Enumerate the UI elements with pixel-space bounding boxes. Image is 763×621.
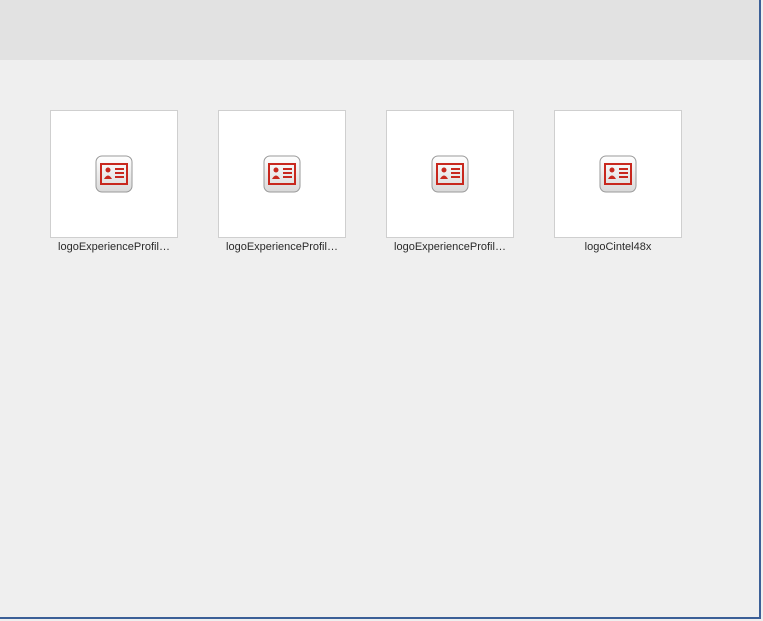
thumbnail-preview[interactable] (554, 110, 682, 238)
thumbnail-preview[interactable] (50, 110, 178, 238)
toolbar (0, 0, 759, 60)
id-card-icon (263, 155, 301, 193)
thumbnail-preview[interactable] (386, 110, 514, 238)
file-name: logoCintel48x (584, 241, 652, 253)
id-card-icon (431, 155, 469, 193)
id-card-icon (599, 155, 637, 193)
thumbnail-preview[interactable] (218, 110, 346, 238)
file-thumbnail[interactable]: logoExperienceProfil… (50, 110, 178, 254)
file-name: logoExperienceProfil… (58, 241, 170, 253)
id-card-icon (95, 155, 133, 193)
file-thumbnail-list: logoExperienceProfil… logoExperienceProf… (50, 110, 682, 254)
file-grid-area: logoExperienceProfil… logoExperienceProf… (0, 60, 759, 617)
file-name: logoExperienceProfil… (394, 241, 506, 253)
file-browser-window: logoExperienceProfil… logoExperienceProf… (0, 0, 761, 619)
file-name: logoExperienceProfil… (226, 241, 338, 253)
file-thumbnail[interactable]: logoExperienceProfil… (218, 110, 346, 254)
file-thumbnail[interactable]: logoExperienceProfil… (386, 110, 514, 254)
file-thumbnail[interactable]: logoCintel48x (554, 110, 682, 254)
